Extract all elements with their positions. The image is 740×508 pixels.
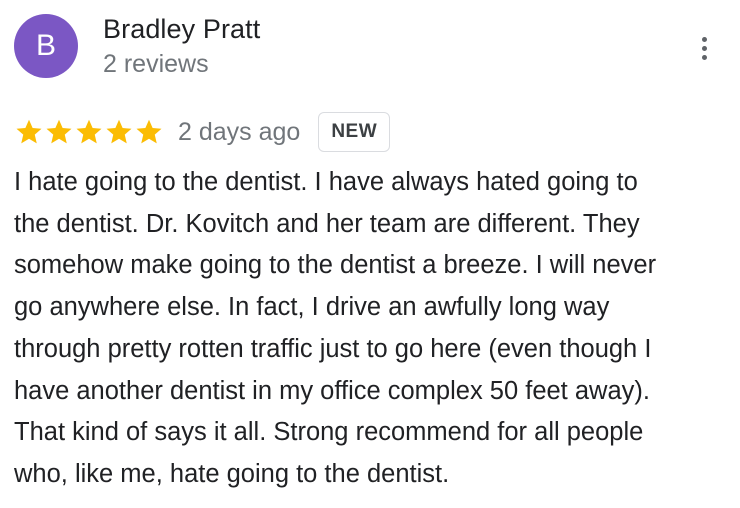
star-rating — [14, 117, 164, 147]
review-text: I hate going to the dentist. I have alwa… — [14, 162, 726, 496]
avatar-letter: B — [35, 29, 56, 62]
avatar[interactable]: B — [14, 14, 78, 78]
star-icon — [106, 119, 132, 144]
review-text-line: go anywhere else. In fact, I drive an aw… — [14, 293, 610, 322]
new-badge: NEW — [318, 112, 391, 152]
more-vert-icon-dot — [701, 45, 707, 51]
review-time: 2 days ago — [178, 117, 301, 146]
more-vert-icon-dot — [701, 54, 707, 60]
author-name[interactable]: Bradley Pratt — [103, 14, 260, 45]
more-vert-icon — [701, 36, 707, 42]
rating-row: 2 days ago NEW — [14, 110, 391, 154]
star-icon — [136, 119, 162, 144]
review-text-line: through pretty rotten traffic just to go… — [14, 334, 652, 363]
review-card: B Bradley Pratt 2 reviews 2 days ago NEW… — [0, 0, 740, 508]
star-icon — [76, 119, 102, 144]
star-icon — [16, 119, 42, 144]
more-options-button[interactable] — [690, 34, 718, 62]
review-text-line: who, like me, hate going to the dentist. — [14, 459, 450, 488]
star-icon — [46, 119, 72, 144]
review-text-line: have another dentist in my office comple… — [14, 376, 650, 405]
review-text-line: the dentist. Dr. Kovitch and her team ar… — [14, 209, 640, 238]
review-text-line: somehow make going to the dentist a bree… — [14, 251, 657, 280]
new-badge-label: NEW — [331, 121, 378, 142]
review-text-line: That kind of says it all. Strong recomme… — [14, 418, 644, 447]
review-text-line: I hate going to the dentist. I have alwa… — [14, 168, 638, 196]
author-review-count[interactable]: 2 reviews — [103, 50, 209, 79]
